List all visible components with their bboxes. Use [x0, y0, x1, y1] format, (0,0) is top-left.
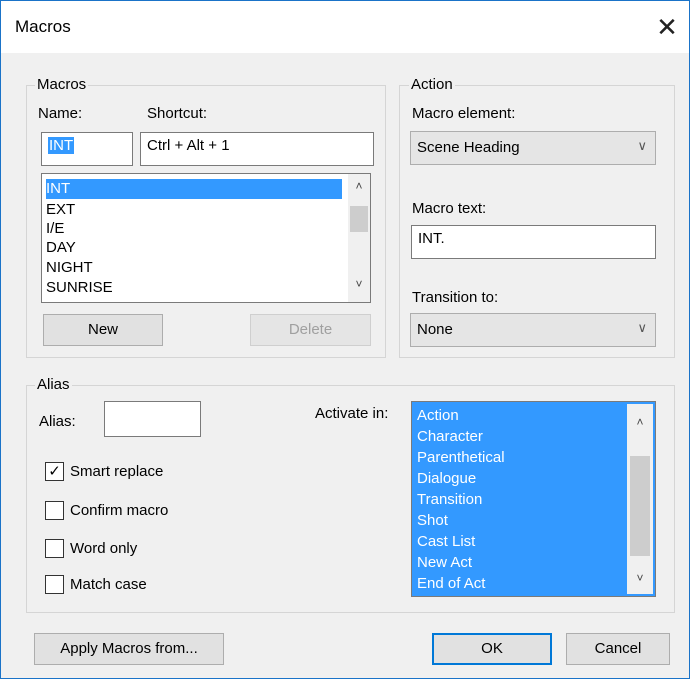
macro-text-label: Macro text: — [412, 200, 487, 217]
activate-in-item[interactable]: Shot — [417, 510, 448, 531]
scroll-up-icon[interactable]: ˄ — [627, 412, 653, 432]
transition-select[interactable]: None ∨ — [410, 313, 656, 347]
activate-in-item[interactable]: Transition — [417, 489, 482, 510]
macros-group-label: Macros — [35, 76, 89, 93]
ok-button[interactable]: OK — [432, 633, 552, 665]
checkmark-icon: ✓ — [48, 463, 61, 480]
word-only-checkbox[interactable] — [45, 539, 64, 558]
title-bar: Macros ✕ — [1, 1, 689, 53]
confirm-macro-checkbox[interactable] — [45, 501, 64, 520]
action-group-label: Action — [409, 76, 455, 93]
macro-element-label: Macro element: — [412, 105, 516, 122]
macro-list[interactable]: INT EXT I/E DAY NIGHT SUNRISE ˄ ˅ — [41, 173, 371, 303]
chevron-down-icon: ∨ — [637, 320, 647, 335]
scroll-down-icon[interactable]: ˅ — [627, 568, 653, 588]
activate-in-list[interactable]: Action Character Parenthetical Dialogue … — [411, 401, 656, 597]
scroll-down-icon[interactable]: ˅ — [348, 274, 370, 294]
name-input[interactable]: INT — [41, 132, 133, 166]
macro-element-select[interactable]: Scene Heading ∨ — [410, 131, 656, 165]
window-title: Macros — [15, 17, 71, 36]
macro-list-item[interactable]: NIGHT — [46, 258, 93, 278]
transition-value: None — [417, 321, 453, 338]
activate-in-item[interactable]: New Act — [417, 552, 472, 573]
activate-in-item[interactable]: Dialogue — [417, 468, 476, 489]
activate-in-label: Activate in: — [315, 405, 389, 422]
macro-list-item[interactable]: I/E — [46, 219, 64, 239]
cancel-button[interactable]: Cancel — [566, 633, 670, 665]
macro-list-scrollbar[interactable]: ˄ ˅ — [348, 174, 370, 302]
delete-button[interactable]: Delete — [250, 314, 371, 346]
activate-in-scrollbar[interactable]: ˄ ˅ — [627, 404, 653, 594]
confirm-macro-label: Confirm macro — [70, 502, 169, 519]
shortcut-label: Shortcut: — [147, 105, 208, 122]
alias-group-label: Alias — [35, 376, 72, 393]
shortcut-input[interactable]: Ctrl + Alt + 1 — [140, 132, 374, 166]
macro-list-item[interactable]: SUNRISE — [46, 278, 113, 298]
smart-replace-checkbox[interactable]: ✓ — [45, 462, 64, 481]
macro-list-item[interactable]: DAY — [46, 238, 76, 258]
macros-dialog: Macros ✕ Macros Name: Shortcut: INT Ctrl… — [0, 0, 690, 679]
activate-in-item[interactable]: Action — [417, 405, 459, 426]
macro-text-input[interactable]: INT. — [411, 225, 656, 259]
scrollbar-thumb[interactable] — [630, 456, 650, 556]
apply-macros-from-button[interactable]: Apply Macros from... — [34, 633, 224, 665]
macro-list-item[interactable]: EXT — [46, 200, 75, 220]
match-case-label: Match case — [70, 576, 147, 593]
chevron-down-icon: ∨ — [637, 138, 647, 153]
smart-replace-label: Smart replace — [70, 463, 164, 480]
activate-in-item[interactable]: End of Act — [417, 573, 485, 594]
name-label: Name: — [38, 105, 83, 122]
scroll-up-icon[interactable]: ˄ — [348, 176, 370, 196]
match-case-checkbox[interactable] — [45, 575, 64, 594]
alias-input[interactable] — [104, 401, 201, 437]
activate-in-item[interactable]: Character — [417, 426, 483, 447]
activate-in-item[interactable]: Cast List — [417, 531, 475, 552]
close-icon[interactable]: ✕ — [651, 11, 683, 43]
new-button[interactable]: New — [43, 314, 163, 346]
alias-label: Alias: — [39, 413, 76, 430]
scrollbar-thumb[interactable] — [350, 206, 368, 232]
activate-in-item[interactable]: Parenthetical — [417, 447, 505, 468]
name-input-value: INT — [48, 137, 75, 154]
macro-list-item[interactable]: INT — [46, 179, 342, 199]
transition-label: Transition to: — [412, 289, 499, 306]
word-only-label: Word only — [70, 540, 138, 557]
macro-element-value: Scene Heading — [417, 139, 520, 156]
